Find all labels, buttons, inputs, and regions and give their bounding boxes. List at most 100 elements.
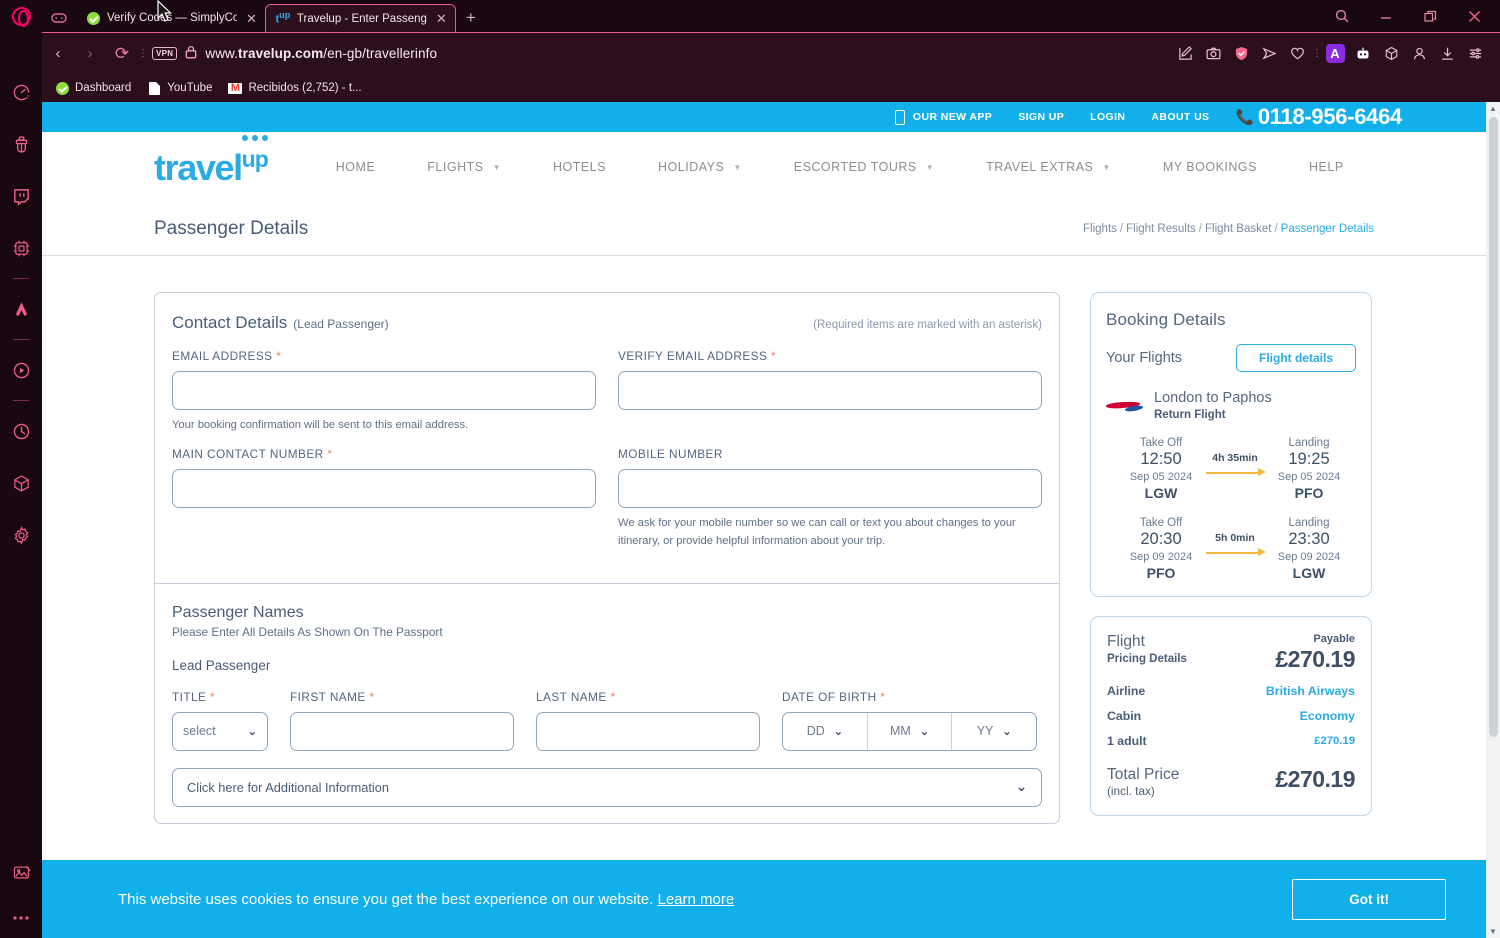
route-name: London to Paphos xyxy=(1154,390,1272,406)
page-title-row: Passenger Details Flights / Flight Results… xyxy=(42,202,1486,256)
extension-a-icon[interactable]: A xyxy=(1322,41,1348,67)
main-contact-input[interactable] xyxy=(172,468,596,508)
travelup-icon: tup xyxy=(275,10,291,26)
close-icon[interactable] xyxy=(1452,0,1496,32)
opera-menu-button[interactable] xyxy=(0,0,42,32)
heart-icon[interactable] xyxy=(1284,41,1310,67)
messenger-icon[interactable] xyxy=(0,283,42,335)
contact-details-title: Contact Details (Lead Passenger) xyxy=(172,313,389,333)
breadcrumb-flight-basket[interactable]: Flight Basket xyxy=(1205,223,1271,235)
passenger-count-key: 1 adult xyxy=(1107,733,1147,748)
tab-close-icon[interactable]: ✕ xyxy=(244,12,257,25)
toolbar-overflow-dots-icon[interactable]: ⋮ xyxy=(138,48,148,59)
edit-page-icon[interactable] xyxy=(1172,41,1198,67)
nav-label: FLIGHTS xyxy=(427,160,484,174)
snapshot-icon[interactable] xyxy=(1200,41,1226,67)
scrollbar-thumb[interactable] xyxy=(1488,117,1498,737)
restore-icon[interactable] xyxy=(1408,0,1452,32)
travelup-logo[interactable]: travelup xyxy=(154,135,269,186)
bookmark-recibidos[interactable]: Recibidos (2,752) - t... xyxy=(228,81,362,95)
player-icon[interactable] xyxy=(0,344,42,396)
phone-number[interactable]: 📞 0118-956-6464 xyxy=(1235,104,1402,130)
dob-year-select[interactable]: YY ⌄ xyxy=(952,713,1036,750)
aria-bot-icon[interactable] xyxy=(1350,41,1376,67)
forward-icon[interactable]: › xyxy=(74,39,106,69)
url-path: /en-gb/travellerinfo xyxy=(323,46,438,61)
nav-item-escorted-tours[interactable]: ESCORTED TOURS ▼ xyxy=(768,160,960,174)
nav-item-my-bookings[interactable]: MY BOOKINGS xyxy=(1137,160,1283,174)
cookie-accept-button[interactable]: Got it! xyxy=(1292,878,1446,920)
additional-information-accordion[interactable]: Click here for Additional Information ⌄ xyxy=(172,767,1042,807)
scroll-up-arrow-icon[interactable]: ▲ xyxy=(1489,102,1497,115)
signup-link[interactable]: SIGN UP xyxy=(1018,111,1064,123)
verify-email-input[interactable] xyxy=(618,371,1042,410)
history-icon[interactable] xyxy=(0,405,42,457)
twitch-icon[interactable] xyxy=(0,170,42,222)
bookmark-dashboard[interactable]: Dashboard xyxy=(55,81,131,95)
about-us-link[interactable]: ABOUT US xyxy=(1151,111,1209,123)
bookmark-label: Recibidos (2,752) - t... xyxy=(248,82,362,94)
email-input[interactable] xyxy=(172,371,596,410)
page-title: Passenger Details xyxy=(154,217,309,239)
required-asterisk: * xyxy=(880,689,886,704)
takeoff-date: Sep 09 2024 xyxy=(1129,550,1193,563)
image-off-icon[interactable] xyxy=(0,846,42,898)
mobile-input[interactable] xyxy=(618,468,1042,508)
takeoff-date: Sep 05 2024 xyxy=(1129,470,1193,483)
settings-sliders-icon[interactable] xyxy=(1462,41,1488,67)
download-icon[interactable] xyxy=(1434,41,1460,67)
profile-icon[interactable] xyxy=(1406,41,1432,67)
reload-icon[interactable]: ⟳ xyxy=(106,39,138,69)
login-link[interactable]: LOGIN xyxy=(1090,111,1125,123)
cube-icon[interactable] xyxy=(0,457,42,509)
title-select[interactable]: select ⌄ xyxy=(172,711,268,751)
site-header: travelup HOME FLIGHTS ▼ HOTELS HOLIDAYS ▼ … xyxy=(42,132,1486,202)
nav-item-travel-extras[interactable]: TRAVEL EXTRAS ▼ xyxy=(960,160,1137,174)
gear-icon[interactable] xyxy=(0,509,42,561)
new-tab-button[interactable]: + xyxy=(456,8,486,32)
leg-departure: Take Off 12:50 Sep 05 2024 LGW xyxy=(1120,437,1202,501)
email-field-group: EMAIL ADDRESS * Your booking confirmatio… xyxy=(172,349,596,435)
cpu-icon[interactable] xyxy=(0,222,42,274)
bookmark-youtube[interactable]: YouTube xyxy=(147,81,212,95)
booking-summary-column: Booking Details Your Flights Flight deta… xyxy=(1090,292,1372,824)
cube-icon[interactable] xyxy=(1378,41,1404,67)
page-scrollbar[interactable]: ▲ ▼ xyxy=(1486,102,1500,938)
cookie-learn-more-link[interactable]: Learn more xyxy=(657,891,734,908)
minimize-icon[interactable] xyxy=(1364,0,1408,32)
address-bar[interactable]: www.travelup.com/en-gb/travellerinfo xyxy=(205,46,437,61)
tab-travelup[interactable]: tup Travelup - Enter Passenger ✕ xyxy=(264,4,456,32)
first-name-input[interactable] xyxy=(290,711,514,751)
tab-close-icon[interactable]: ✕ xyxy=(434,12,447,25)
passenger-price-value: £270.19 xyxy=(1314,734,1355,747)
flight-arrow-icon xyxy=(1202,467,1268,477)
breadcrumb-flights[interactable]: Flights xyxy=(1083,223,1117,235)
breadcrumb-flight-results[interactable]: Flight Results xyxy=(1126,223,1196,235)
nav-item-help[interactable]: HELP xyxy=(1283,160,1370,174)
back-icon[interactable]: ‹ xyxy=(42,39,74,69)
sidebar-divider xyxy=(13,339,29,340)
speedometer-icon[interactable] xyxy=(0,66,42,118)
nav-item-holidays[interactable]: HOLIDAYS ▼ xyxy=(632,160,768,174)
lock-icon[interactable] xyxy=(185,45,197,62)
dob-day-select[interactable]: DD ⌄ xyxy=(783,712,868,750)
search-icon[interactable] xyxy=(1320,0,1364,32)
dob-month-select[interactable]: MM ⌄ xyxy=(868,712,953,750)
vpn-badge[interactable]: VPN xyxy=(152,47,178,60)
flight-details-button[interactable]: Flight details xyxy=(1235,344,1356,372)
last-name-input[interactable] xyxy=(536,711,760,751)
title-field-group: TITLE * select ⌄ xyxy=(172,690,268,751)
more-dots-icon[interactable] xyxy=(0,898,42,938)
send-icon[interactable] xyxy=(1256,41,1282,67)
tab-island-icon[interactable] xyxy=(42,4,76,32)
route-info: London to Paphos Return Flight xyxy=(1154,390,1272,421)
scroll-down-arrow-icon[interactable]: ▼ xyxy=(1489,925,1497,938)
chevron-down-icon: ▼ xyxy=(1102,162,1111,172)
clean-brush-icon[interactable] xyxy=(0,118,42,170)
nav-item-flights[interactable]: FLIGHTS ▼ xyxy=(401,160,527,174)
our-new-app-link[interactable]: OUR NEW APP xyxy=(894,109,992,125)
nav-item-home[interactable]: HOME xyxy=(310,160,402,174)
ad-block-shield-icon[interactable] xyxy=(1228,41,1254,67)
nav-item-hotels[interactable]: HOTELS xyxy=(527,160,632,174)
passenger-names-subtitle: Please Enter All Details As Shown On The… xyxy=(172,624,443,639)
